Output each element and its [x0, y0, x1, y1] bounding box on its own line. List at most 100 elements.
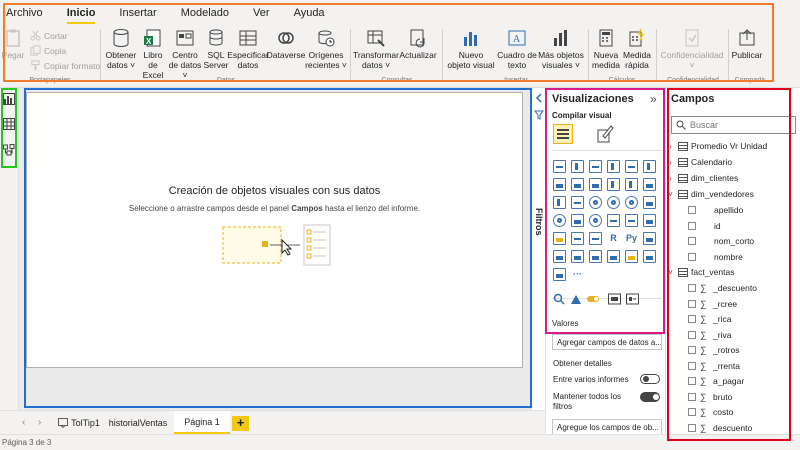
field-checkbox[interactable]: [688, 408, 696, 416]
field-checkbox[interactable]: [688, 237, 696, 245]
page-tab-toltip1[interactable]: TolTip1: [54, 411, 104, 435]
more-visuals-button[interactable]: Más objetos visuales ˅: [538, 28, 584, 70]
slicer-new-icon[interactable]: [626, 293, 639, 305]
field-column-nom-corto[interactable]: nom_corto: [666, 233, 799, 249]
new-measure-button[interactable]: Nueva medida: [590, 28, 622, 70]
r-visual-icon[interactable]: R: [607, 232, 620, 245]
card-new-icon[interactable]: [608, 293, 621, 305]
field-column-a-pagar[interactable]: ∑ a_pagar: [666, 373, 799, 389]
filters-pane-collapsed[interactable]: Filtros: [531, 88, 545, 433]
enter-data-button[interactable]: Especificar datos: [227, 28, 269, 70]
filled-map-icon[interactable]: [571, 214, 584, 227]
field-column-rrenta[interactable]: ∑ _rrenta: [666, 358, 799, 374]
field-column-nombre[interactable]: nombre: [666, 249, 799, 265]
paste-button[interactable]: Pegar: [2, 28, 24, 60]
data-view-icon[interactable]: [3, 118, 15, 130]
copy-button[interactable]: Copia: [30, 45, 66, 56]
scatter-chart-icon[interactable]: [589, 196, 602, 209]
tab-ver[interactable]: Ver: [253, 7, 270, 19]
field-checkbox[interactable]: [688, 252, 696, 261]
line-and-clustered-column-chart-icon[interactable]: [625, 178, 638, 191]
area-chart-icon[interactable]: [571, 178, 584, 191]
page-tab-pagina-1[interactable]: Página 1: [174, 411, 230, 435]
clustered-column-chart-icon[interactable]: [607, 160, 620, 173]
dataverse-button[interactable]: Dataverse: [267, 28, 305, 60]
paginated-report-icon[interactable]: [607, 250, 620, 263]
format-painter-button[interactable]: Copiar formato: [30, 60, 100, 71]
table-visual-icon[interactable]: [571, 232, 584, 245]
field-table-dim-clientes[interactable]: › dim_clientes: [666, 170, 799, 186]
cross-report-toggle[interactable]: [640, 374, 660, 384]
model-view-icon[interactable]: [3, 144, 15, 156]
stacked-column-chart-icon[interactable]: [571, 160, 584, 173]
next-page-button[interactable]: ›: [38, 417, 41, 428]
publish-button[interactable]: Publicar: [732, 28, 762, 60]
transform-data-button[interactable]: Transformar datos ˅: [353, 28, 399, 70]
stacked-bar-chart-icon[interactable]: [553, 160, 566, 173]
python-visual-icon[interactable]: Py: [625, 232, 638, 245]
chevron-down-icon[interactable]: ˅: [666, 268, 675, 277]
treemap-icon[interactable]: [643, 196, 656, 209]
field-checkbox[interactable]: [688, 299, 696, 308]
text-box-button[interactable]: A Cuadro de texto: [496, 28, 538, 70]
field-table-promedio-vr-unidad[interactable]: › Promedio Vr Unidad: [666, 138, 799, 154]
field-checkbox[interactable]: [688, 330, 696, 339]
add-data-fields-well[interactable]: Agregar campos de datos a...: [552, 334, 662, 350]
field-column-rcree[interactable]: ∑ _rcree: [666, 296, 799, 312]
donut-chart-icon[interactable]: [625, 196, 638, 209]
collapse-pane-icon[interactable]: »: [650, 92, 657, 106]
field-table-dim-vendedores[interactable]: ˅ dim_vendedores: [666, 186, 799, 202]
field-checkbox[interactable]: [688, 221, 696, 230]
field-column-rica[interactable]: ∑ _rica: [666, 311, 799, 327]
line-chart-icon[interactable]: [553, 178, 566, 191]
toggle-visual-icon[interactable]: [586, 293, 600, 305]
chevron-right-icon[interactable]: ›: [666, 142, 675, 151]
field-table-fact-ventas[interactable]: ˅ fact_ventas: [666, 264, 799, 280]
more-visuals-ellipsis[interactable]: ···: [571, 268, 584, 281]
data-hub-button[interactable]: Centro de datos ˅: [168, 28, 202, 80]
add-drillthrough-fields-well[interactable]: Agregue los campos de ob...: [552, 419, 662, 435]
page-tab-historialventas[interactable]: historialVentas: [104, 411, 172, 435]
tab-insertar[interactable]: Insertar: [119, 7, 156, 19]
excel-button[interactable]: X Libro de Excel: [138, 28, 168, 80]
clustered-bar-chart-icon[interactable]: [589, 160, 602, 173]
pie-chart-icon[interactable]: [607, 196, 620, 209]
matrix-visual-icon[interactable]: [589, 232, 602, 245]
field-checkbox[interactable]: [688, 206, 696, 214]
field-checkbox[interactable]: [688, 392, 696, 401]
tab-inicio[interactable]: Inicio: [66, 7, 95, 24]
field-checkbox[interactable]: [688, 423, 696, 432]
format-visual-icon[interactable]: [596, 124, 614, 144]
field-checkbox[interactable]: [688, 315, 696, 323]
cut-button[interactable]: Cortar: [30, 30, 68, 41]
waterfall-chart-icon[interactable]: [553, 196, 566, 209]
report-canvas[interactable]: Creación de objetos visuales con sus dat…: [26, 92, 523, 368]
field-column-apellido[interactable]: apellido: [666, 202, 799, 218]
ribbon-chart-icon[interactable]: [643, 178, 656, 191]
quick-measure-button[interactable]: Medida rápida: [622, 28, 652, 70]
chevron-right-icon[interactable]: ›: [666, 158, 675, 167]
field-table-calendario[interactable]: › Calendario: [666, 154, 799, 170]
field-column-bruto[interactable]: ∑ bruto: [666, 389, 799, 405]
field-column-rotros[interactable]: ∑ _rotros: [666, 342, 799, 358]
get-data-button[interactable]: Obtener datos ˅: [104, 28, 138, 70]
report-view-icon[interactable]: [3, 93, 15, 105]
power-automate-icon[interactable]: [643, 250, 656, 263]
qna-icon[interactable]: [571, 250, 584, 263]
chevron-down-icon[interactable]: ˅: [666, 190, 675, 199]
keep-filters-toggle[interactable]: [640, 392, 660, 402]
multi-row-card-icon[interactable]: [625, 214, 638, 227]
recent-sources-button[interactable]: Orígenes recientes ˅: [305, 28, 347, 70]
add-page-button[interactable]: +: [232, 416, 249, 431]
field-column-riva[interactable]: ∑ _riva: [666, 327, 799, 343]
chevron-right-icon[interactable]: ›: [666, 174, 675, 183]
field-column-id[interactable]: id: [666, 218, 799, 234]
100-stacked-bar-chart-icon[interactable]: [625, 160, 638, 173]
key-influencers-icon[interactable]: [643, 232, 656, 245]
analytics-icon[interactable]: [570, 293, 582, 305]
narrative-icon[interactable]: [589, 250, 602, 263]
field-checkbox[interactable]: [688, 284, 696, 292]
chevron-left-icon[interactable]: [534, 93, 544, 103]
stacked-area-chart-icon[interactable]: [589, 178, 602, 191]
field-checkbox[interactable]: [688, 361, 696, 370]
